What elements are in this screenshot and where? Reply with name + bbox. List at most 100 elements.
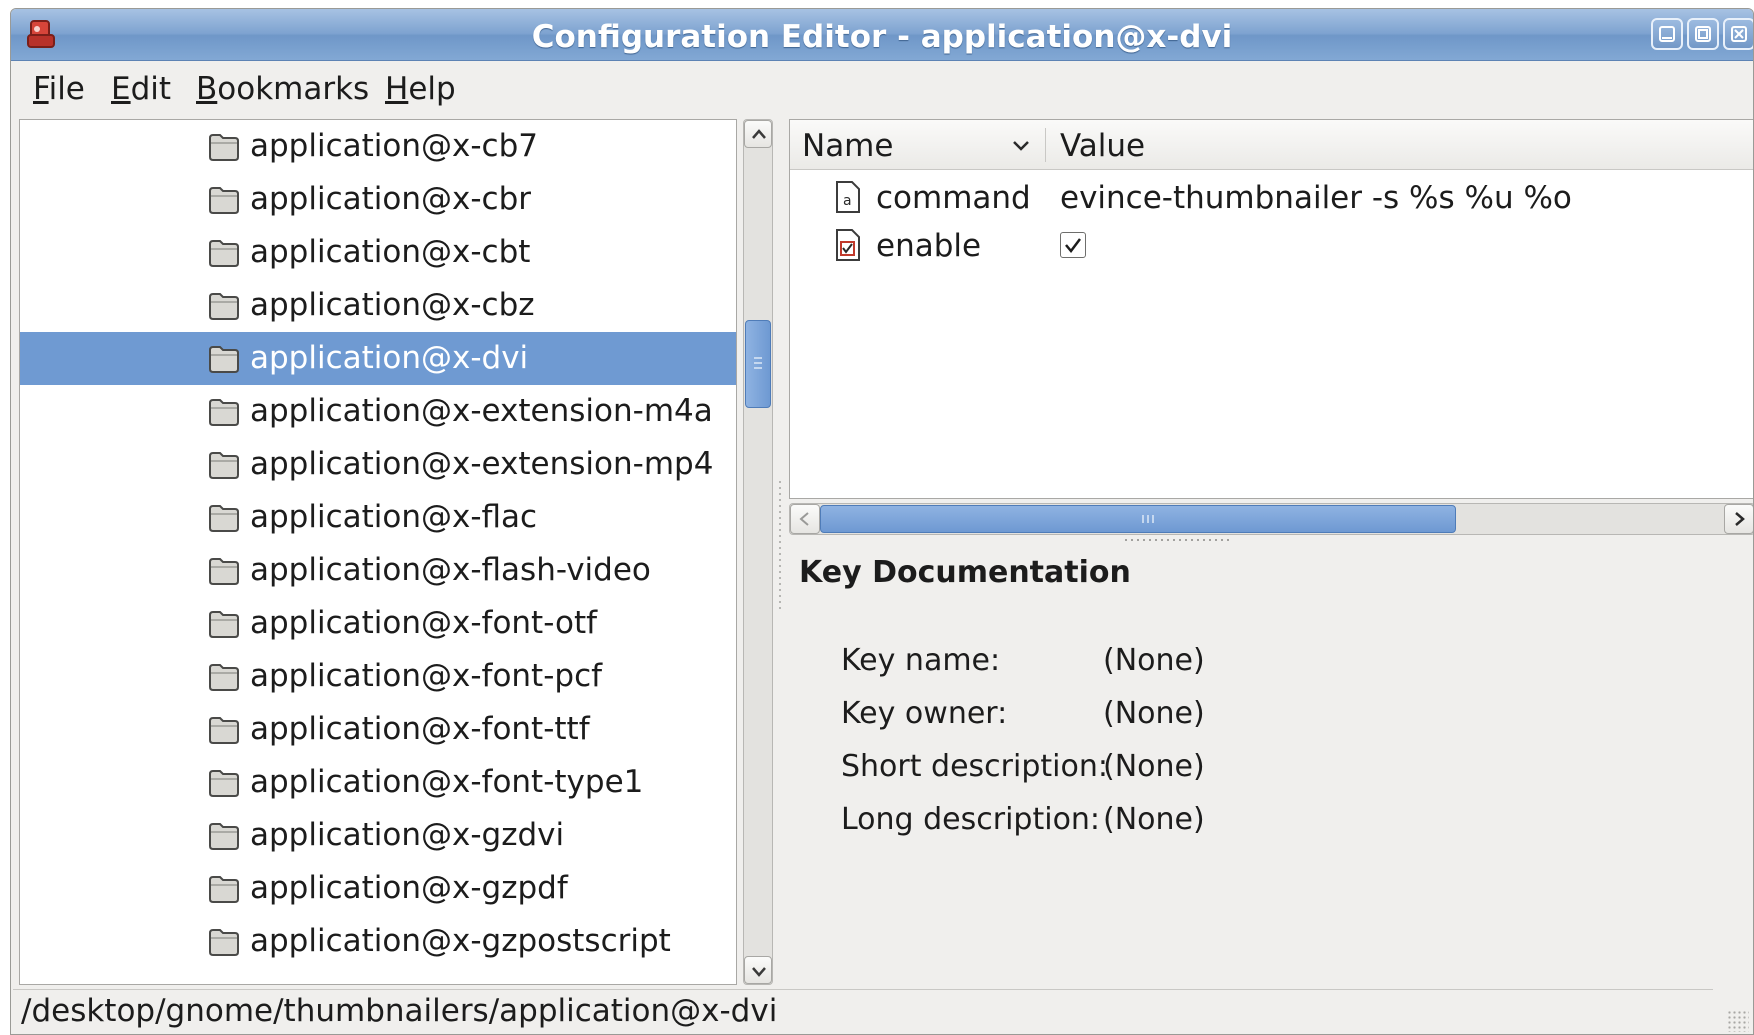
tree-item-label: application@x-flash-video — [250, 552, 651, 588]
folder-icon — [209, 452, 239, 479]
tree-item-label: application@x-font-ttf — [250, 711, 590, 747]
column-header-name[interactable]: Name — [802, 128, 893, 164]
chevron-up-icon — [752, 129, 766, 139]
tree-item-label: application@x-cbr — [250, 181, 531, 217]
tree-item[interactable]: application@x-gzdvi — [20, 809, 736, 862]
tree-item[interactable]: application@x-dvi — [20, 332, 736, 385]
window-resize-grip[interactable] — [1727, 1010, 1749, 1032]
folder-icon — [209, 929, 239, 956]
tree-item-label: application@x-dvi — [250, 340, 529, 376]
tree-item[interactable]: application@x-cbt — [20, 226, 736, 279]
doc-value-key-name: (None) — [1103, 643, 1205, 678]
grip-lines-icon — [1142, 515, 1154, 523]
tree-item-label: application@x-cb7 — [250, 128, 538, 164]
column-separator[interactable] — [1045, 128, 1046, 162]
string-key-icon: a — [836, 181, 860, 213]
close-icon — [1731, 26, 1747, 42]
folder-icon — [209, 717, 239, 744]
tree-item[interactable]: application@x-font-type1 — [20, 756, 736, 809]
minimize-icon — [1659, 26, 1675, 42]
config-editor-window: Configuration Editor - application@x-dvi… — [10, 8, 1754, 1035]
menu-bookmarks-label: ookmarks — [217, 71, 370, 107]
folder-icon — [209, 558, 239, 585]
tree-item[interactable]: application@x-gzpdf — [20, 862, 736, 915]
tree-item-label: application@x-gzpdf — [250, 870, 568, 906]
column-header-value[interactable]: Value — [1060, 128, 1145, 164]
tree-item[interactable]: application@x-cbr — [20, 173, 736, 226]
folder-icon — [209, 505, 239, 532]
tree-item[interactable]: application@x-extension-mp4 — [20, 438, 736, 491]
title-bar[interactable]: Configuration Editor - application@x-dvi — [11, 9, 1753, 61]
key-list-horizontal-scrollbar[interactable] — [789, 503, 1753, 535]
tree-item-label: application@x-flac — [250, 499, 538, 535]
tree-item[interactable]: application@x-flash-video — [20, 544, 736, 597]
close-button[interactable] — [1723, 18, 1753, 50]
menu-bar: File Edit Bookmarks Help — [11, 61, 1753, 117]
key-list-scroll-thumb[interactable] — [820, 505, 1456, 533]
tree-item-label: application@x-cbt — [250, 234, 531, 270]
key-value[interactable]: evince-thumbnailer -s %s %u %o — [1060, 180, 1572, 216]
scroll-up-button[interactable] — [744, 120, 772, 148]
tree-item[interactable]: application@x-font-ttf — [20, 703, 736, 756]
enable-checkbox[interactable] — [1060, 232, 1086, 258]
key-row-command[interactable]: a command evince-thumbnailer -s %s %u %o — [790, 172, 1753, 224]
chevron-down-icon — [752, 967, 766, 977]
folder-icon — [209, 664, 239, 691]
chevron-left-icon — [799, 512, 809, 526]
folder-icon — [209, 187, 239, 214]
key-list[interactable]: Name Value a command evince-thumbnailer … — [789, 119, 1753, 499]
minimize-button[interactable] — [1651, 18, 1683, 50]
key-name: enable — [876, 228, 982, 264]
key-name: command — [876, 180, 1031, 216]
doc-value-short-description: (None) — [1103, 749, 1205, 784]
folder-icon — [209, 399, 239, 426]
directory-tree[interactable]: application@x-cb7 application@x-cbr applic… — [19, 119, 737, 985]
tree-item-label: application@x-font-type1 — [250, 764, 644, 800]
tree-item[interactable]: application@x-gzpostscript — [20, 915, 736, 968]
tree-item-label: application@x-gzdvi — [250, 817, 565, 853]
tree-item[interactable]: application@x-flac — [20, 491, 736, 544]
folder-icon — [209, 876, 239, 903]
tree-item[interactable]: application@x-cb7 — [20, 120, 736, 173]
tree-scroll-thumb[interactable] — [745, 320, 771, 408]
doc-label-long-description: Long description: — [841, 802, 1101, 837]
sort-chevron-icon[interactable] — [1010, 134, 1032, 156]
doc-value-key-owner: (None) — [1103, 696, 1205, 731]
folder-icon — [209, 134, 239, 161]
menu-help-label: elp — [408, 71, 456, 107]
tree-item[interactable]: application@x-extension-m4a — [20, 385, 736, 438]
current-key-path: /desktop/gnome/thumbnailers/application@… — [21, 993, 778, 1029]
key-row-enable[interactable]: enable — [790, 220, 1753, 272]
maximize-button[interactable] — [1687, 18, 1719, 50]
status-divider — [13, 989, 1713, 990]
scroll-down-button[interactable] — [744, 956, 772, 984]
svg-text:a: a — [843, 193, 852, 209]
folder-icon — [209, 823, 239, 850]
tree-item[interactable]: application@x-font-pcf — [20, 650, 736, 703]
key-list-header: Name Value — [790, 120, 1753, 170]
folder-icon — [209, 770, 239, 797]
folder-icon — [209, 611, 239, 638]
menu-edit[interactable]: Edit — [111, 71, 171, 107]
pane-splitter-handle[interactable] — [777, 479, 783, 609]
menu-bookmarks[interactable]: Bookmarks — [196, 71, 369, 107]
doc-label-short-description: Short description: — [841, 749, 1108, 784]
menu-edit-label: dit — [130, 71, 172, 107]
menu-help[interactable]: Help — [385, 71, 456, 107]
tree-item[interactable]: application@x-cbz — [20, 279, 736, 332]
scroll-left-button[interactable] — [790, 504, 820, 534]
tree-item-label: application@x-cbz — [250, 287, 535, 323]
doc-label-key-name: Key name: — [841, 643, 1001, 678]
folder-icon — [209, 346, 239, 373]
maximize-icon — [1695, 26, 1711, 42]
tree-vertical-scrollbar[interactable] — [743, 119, 773, 985]
doc-label-key-owner: Key owner: — [841, 696, 1008, 731]
tree-item-label: application@x-extension-m4a — [250, 393, 713, 429]
doc-value-long-description: (None) — [1103, 802, 1205, 837]
menu-file[interactable]: File — [33, 71, 85, 107]
tree-item[interactable]: application@x-font-otf — [20, 597, 736, 650]
boolean-key-icon — [836, 229, 860, 261]
pane-resize-handle[interactable] — [1123, 537, 1233, 543]
scroll-right-button[interactable] — [1724, 504, 1753, 534]
menu-bookmarks-mnemonic: B — [196, 71, 218, 107]
